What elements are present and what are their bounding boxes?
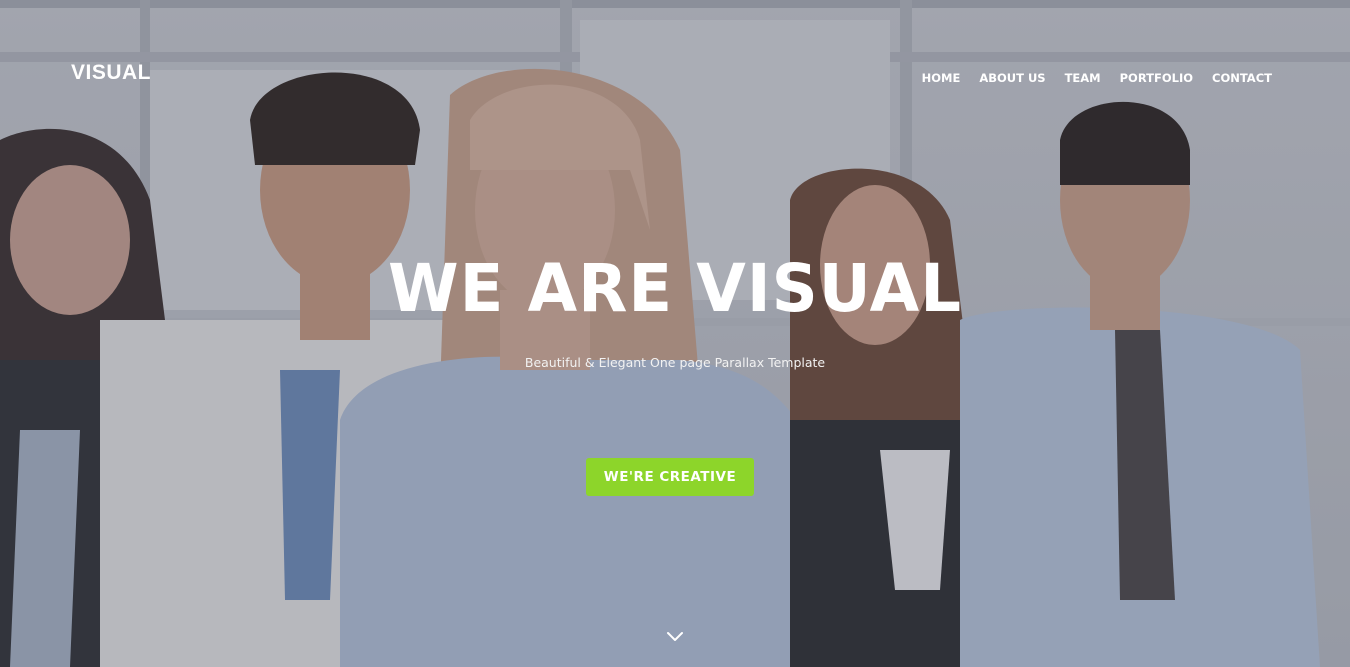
nav-link-portfolio[interactable]: PORTFOLIO <box>1120 71 1193 85</box>
nav-link-about-us[interactable]: ABOUT US <box>979 71 1045 85</box>
hero-section: VISUAL HOME ABOUT US TEAM PORTFOLIO CONT… <box>0 0 1350 667</box>
hero-subtitle: Beautiful & Elegant One page Parallax Te… <box>524 355 826 370</box>
nav-item-team: TEAM <box>1065 67 1101 86</box>
were-creative-button[interactable]: WE'RE CREATIVE <box>586 458 754 496</box>
main-nav: HOME ABOUT US TEAM PORTFOLIO CONTACT <box>903 67 1272 86</box>
nav-item-about-us: ABOUT US <box>979 67 1045 86</box>
navbar: VISUAL HOME ABOUT US TEAM PORTFOLIO CONT… <box>0 0 1350 148</box>
nav-link-contact[interactable]: CONTACT <box>1212 71 1272 85</box>
nav-item-contact: CONTACT <box>1212 67 1272 86</box>
hero-title: WE ARE VISUAL <box>388 250 962 327</box>
nav-link-team[interactable]: TEAM <box>1065 71 1101 85</box>
nav-item-home: HOME <box>922 67 961 86</box>
brand-logo[interactable]: VISUAL <box>71 61 151 85</box>
chevron-down-icon[interactable] <box>665 627 685 647</box>
nav-link-home[interactable]: HOME <box>922 71 961 85</box>
nav-item-portfolio: PORTFOLIO <box>1120 67 1193 86</box>
